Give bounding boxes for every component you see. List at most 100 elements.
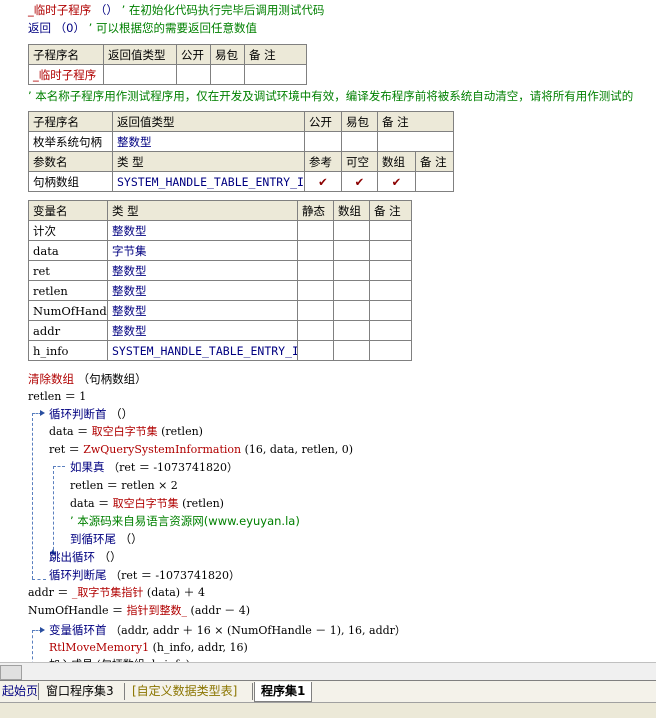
var-name-cell[interactable]: data [28,240,108,261]
to-loop-end-line[interactable]: 到循环尾 （） [70,531,143,547]
table-row[interactable]: data 字节集 [28,240,412,261]
var-name-cell[interactable]: ret [28,260,108,281]
package-cell[interactable] [341,131,378,152]
static-cell[interactable] [297,320,334,341]
static-cell[interactable] [297,280,334,301]
code-line[interactable]: ret ＝ ZwQuerySystemInformation (16, data… [49,442,353,458]
var-loop-arrow-icon [40,627,45,633]
return-type-cell[interactable]: 整数型 [112,131,305,152]
table-row[interactable]: ret 整数型 [28,260,412,281]
if-line[interactable]: 如果真 （ret ＝ -1073741820） [70,459,238,475]
var-type-cell[interactable]: SYSTEM_HANDLE_TABLE_ENTRY_INFO [107,340,298,361]
reference-check-icon[interactable]: ✔ [304,171,342,192]
loop-head-line[interactable]: 循环判断首 （） [49,406,133,422]
note-cell[interactable] [369,260,412,281]
tab-bar: 起始页 窗口程序集3 [自定义数据类型表] 程序集1 [0,680,656,703]
table-row[interactable]: NumOfHandle整数型 [28,300,412,321]
nullable-check-icon[interactable]: ✔ [341,171,378,192]
table-row[interactable]: 计次 整数型 [28,220,412,241]
note-cell[interactable] [369,220,412,241]
note-cell[interactable] [369,300,412,321]
code-editor[interactable]: _临时子程序 （） ’ 在初始化代码执行完毕后调用测试代码 返回 （0） ’ 可… [0,0,656,662]
source-comment-line[interactable]: ’ 本源码来自易语言资源网(www.eyuyan.la) [70,513,300,529]
code-line[interactable]: retlen ＝ retlen × 2 [70,478,178,494]
loop-tail-args: （ret ＝ -1073741820） [110,569,241,582]
code-line[interactable]: data ＝ 取空白字节集 (retlen) [70,496,224,512]
var-type-cell[interactable]: 整数型 [107,320,298,341]
sub-name-cell[interactable]: _临时子程序 [28,64,104,85]
param-name-cell[interactable]: 句柄数组 [28,171,113,192]
table-row[interactable]: addr 整数型 [28,320,412,341]
static-cell[interactable] [297,220,334,241]
long-comment-line[interactable]: ’ 本名称子程序用作测试程序用，仅在开发及调试环境中有效，编译发布程序前将被系统… [28,88,633,104]
public-cell[interactable] [304,131,342,152]
tab-custom-data-types[interactable]: [自定义数据类型表] [126,682,243,701]
code-line[interactable]: data ＝ 取空白字节集 (retlen) [49,424,203,440]
var-type-cell[interactable]: 整数型 [107,220,298,241]
break-line[interactable]: 跳出循环 （） [49,549,122,565]
table-row[interactable]: _临时子程序 [28,64,307,85]
header-cell: 易包 [210,44,245,65]
static-cell[interactable] [297,260,334,281]
var-loop-line[interactable]: 变量循环首 （addr, addr ＋ 16 × (NumOfHandle － … [49,622,406,638]
array-cell[interactable] [333,220,370,241]
static-cell[interactable] [297,240,334,261]
table-row[interactable]: 枚举系统句柄 整数型 [28,131,454,152]
static-cell[interactable] [297,300,334,321]
sub-signature-line[interactable]: _临时子程序 （） ’ 在初始化代码执行完毕后调用测试代码 [28,2,324,18]
horizontal-scrollbar[interactable] [0,662,656,681]
array-cell[interactable] [333,320,370,341]
array-cell[interactable] [333,260,370,281]
array-cell[interactable] [333,240,370,261]
var-name-cell[interactable]: NumOfHandle [28,300,108,321]
array-cell[interactable] [333,340,370,361]
array-cell[interactable] [333,300,370,321]
note-cell[interactable] [369,340,412,361]
code-line[interactable]: addr ＝ _取字节集指针 (data) ＋ 4 [28,585,205,601]
note-cell[interactable] [369,240,412,261]
return-arg: （0） [54,21,85,35]
table-row[interactable]: retlen 整数型 [28,280,412,301]
array-cell[interactable] [333,280,370,301]
break-keyword: 跳出循环 [49,550,95,564]
var-type-cell[interactable]: 整数型 [107,280,298,301]
note-cell[interactable] [244,64,307,85]
clear-array-fn: 清除数组 [28,372,74,386]
var-type-cell[interactable]: 整数型 [107,260,298,281]
local-vars-table[interactable]: 变量名 类 型 静态 数组 备 注 计次 整数型 data 字节集 ret 整数型 r… [28,200,412,361]
package-cell[interactable] [210,64,245,85]
fn-call: _取字节集指针 [71,586,144,599]
note-cell[interactable] [369,280,412,301]
code-line[interactable]: RtlMoveMemory1 (h_info, addr, 16) [49,640,248,656]
tab-window-set3[interactable]: 窗口程序集3 [40,682,120,701]
static-cell[interactable] [297,340,334,361]
code-line[interactable]: NumOfHandle ＝ 指针到整数_ (addr － 4) [28,603,250,619]
return-type-cell[interactable] [103,64,177,85]
var-type-cell[interactable]: 整数型 [107,300,298,321]
note-cell[interactable] [369,320,412,341]
break-paren: （） [98,550,122,564]
var-type-cell[interactable]: 字节集 [107,240,298,261]
param-type-cell[interactable]: SYSTEM_HANDLE_TABLE_ENTRY_INFO [112,171,305,192]
var-loop-guide-line [32,630,33,662]
scrollbar-thumb[interactable] [0,665,22,680]
return-line[interactable]: 返回 （0） ’ 可以根据您的需要返回任意数值 [28,20,257,36]
enum-sub-table[interactable]: 子程序名 返回值类型 公开 易包 备 注 枚举系统句柄 整数型 参数名 类 型 … [28,111,454,192]
param-note-cell[interactable] [415,171,454,192]
var-name-cell[interactable]: retlen [28,280,108,301]
temp-sub-table[interactable]: 子程序名 返回值类型 公开 易包 备 注 _临时子程序 [28,44,307,85]
param-row[interactable]: 句柄数组 SYSTEM_HANDLE_TABLE_ENTRY_INFO ✔ ✔ … [28,171,454,192]
header-cell: 备 注 [369,200,412,221]
code-line[interactable]: retlen ＝ 1 [28,389,86,405]
loop-tail-line[interactable]: 循环判断尾 （ret ＝ -1073741820） [49,567,240,583]
public-cell[interactable] [176,64,211,85]
var-name-cell[interactable]: addr [28,320,108,341]
tab-program-set1[interactable]: 程序集1 [254,682,313,702]
table-row[interactable]: h_infoSYSTEM_HANDLE_TABLE_ENTRY_INFO [28,340,412,361]
var-name-cell[interactable]: h_info [28,340,108,361]
note-cell[interactable] [377,131,454,152]
sub-name-cell[interactable]: 枚举系统句柄 [28,131,113,152]
array-check-icon[interactable]: ✔ [377,171,416,192]
clear-array-line[interactable]: 清除数组 （句柄数组） [28,371,147,387]
var-name-cell[interactable]: 计次 [28,220,108,241]
